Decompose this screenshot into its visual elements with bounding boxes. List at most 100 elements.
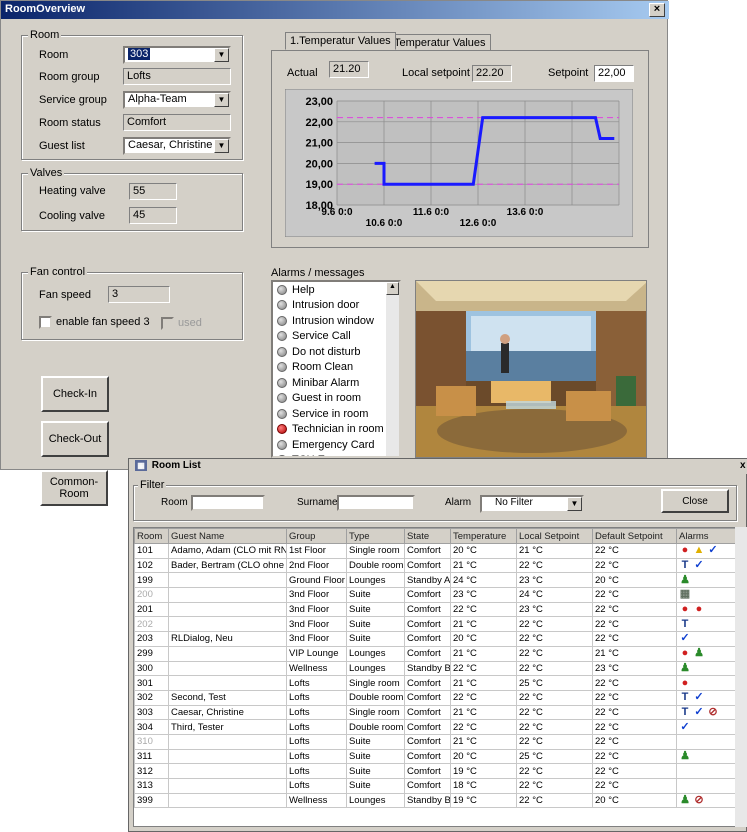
table-cell: 22 °C — [592, 704, 677, 721]
close-list-button[interactable]: Close — [661, 489, 729, 513]
table-row[interactable]: 199 Ground Floor Lounges Standby A 24 °C 23 °… — [134, 572, 736, 589]
filter-room-input[interactable] — [191, 495, 265, 511]
table-row[interactable]: 311 Lofts Suite Comfort 20 °C 25 °C 22 °C ♟ — [134, 748, 736, 765]
close-button[interactable]: × — [649, 3, 665, 17]
table-cell: Wellness — [286, 660, 347, 677]
column-header[interactable]: Default Setpoint — [592, 528, 677, 544]
alarm-item[interactable]: Minibar Alarm — [273, 375, 399, 391]
table-cell: Standby B — [404, 660, 451, 677]
table-row[interactable]: 312 Lofts Suite Comfort 19 °C 22 °C 22 °C — [134, 763, 736, 779]
alarm-item[interactable]: Service Call — [273, 329, 399, 345]
table-cell: Lofts — [286, 778, 347, 794]
column-header[interactable]: Group — [286, 528, 347, 544]
room-table-container: Room Guest Name Group Type State Temperature L… — [133, 527, 737, 827]
chevron-down-icon[interactable]: ▼ — [214, 93, 229, 107]
column-header[interactable]: State — [404, 528, 451, 544]
table-cell: 203 — [134, 631, 169, 647]
temperature-chart: 23,0022,0021,0020,0019,0018,00 9.6 0:0 11… — [285, 89, 633, 237]
do-not-disturb-icon: ⊘ — [694, 794, 704, 807]
setpoint-input[interactable]: 22,00 — [594, 65, 634, 82]
actual-label: Actual — [287, 67, 318, 79]
table-cell — [168, 778, 287, 794]
table-row[interactable]: 304 Third, Tester Lofts Double room Comfort 2… — [134, 719, 736, 735]
checkout-button[interactable]: Check-Out — [41, 421, 109, 457]
column-header[interactable]: Guest Name — [168, 528, 287, 544]
scroll-up-icon[interactable]: ▲ — [386, 282, 399, 295]
alarm-item[interactable]: Help — [273, 282, 399, 298]
table-row[interactable]: 302 Second, Test Lofts Double room Comfort 22… — [134, 689, 736, 706]
alarm-icons-cell: ● — [676, 675, 736, 691]
alarm-item[interactable]: Service in room — [273, 406, 399, 422]
table-cell: Suite — [346, 778, 405, 794]
alarm-item[interactable]: Emergency Card — [273, 437, 399, 453]
chart-ytick-label: 21,00 — [305, 138, 333, 150]
servicegroup-select[interactable]: Alpha-Team ▼ — [123, 91, 231, 109]
table-row[interactable]: 102 Bader, Bertram (CLO ohne R) 2nd Floor D… — [134, 557, 736, 574]
chevron-down-icon[interactable]: ▼ — [567, 497, 582, 511]
table-row[interactable]: 299 VIP Lounge Lounges Comfort 21 °C 22 °C 21 … — [134, 645, 736, 662]
technician-icon: T — [681, 691, 689, 704]
roomlist-close-icon[interactable]: x — [740, 460, 746, 471]
common-room-button[interactable]: Common-Room — [40, 470, 108, 506]
table-cell: Lounges — [346, 645, 405, 662]
table-cell: Suite — [346, 631, 405, 647]
check-icon: ✓ — [694, 705, 704, 718]
table-cell: 2nd Floor — [286, 557, 347, 574]
guestlist-select[interactable]: Caesar, Christine ▼ — [123, 137, 231, 155]
table-row[interactable]: 300 Wellness Lounges Standby B 22 °C 22 °C 23 … — [134, 660, 736, 677]
table-scrollbar[interactable] — [735, 527, 747, 827]
tab-temperature-1[interactable]: 1.Temperatur Values — [285, 32, 396, 50]
roomlist-title: Room List — [151, 460, 201, 472]
alarm-item[interactable]: Do not disturb — [273, 344, 399, 360]
table-cell: 22 °C — [450, 719, 517, 735]
table-row[interactable]: 399 Wellness Lounges Standby B 19 °C 22 °C 20 … — [134, 792, 736, 809]
table-row[interactable]: 200 3nd Floor Suite Comfort 23 °C 24 °C 22 °C ▦ — [134, 587, 736, 603]
filter-alarm-label: Alarm — [445, 497, 472, 508]
table-cell: 3nd Floor — [286, 601, 347, 618]
table-row[interactable]: 202 3nd Floor Suite Comfort 21 °C 22 °C 22 °C T — [134, 616, 736, 633]
table-cell: Lounges — [346, 572, 405, 589]
table-row[interactable]: 203 RLDialog, Neu 3nd Floor Suite Comfort 20 … — [134, 631, 736, 647]
technician-icon: T — [681, 617, 689, 630]
alarm-item[interactable]: Guest in room — [273, 391, 399, 407]
column-header[interactable]: Local Setpoint — [516, 528, 593, 544]
alarm-active-icon — [277, 424, 287, 435]
alarm-item[interactable]: Room Clean — [273, 360, 399, 376]
table-cell: 22 °C — [516, 704, 593, 721]
table-cell: 22 °C — [516, 645, 593, 662]
table-cell: 301 — [134, 675, 169, 691]
chevron-down-icon[interactable]: ▼ — [214, 139, 229, 153]
chart-xtick-label: 9.6 0:0 — [321, 207, 353, 218]
alarm-icons-cell: ● ♟ — [676, 645, 736, 662]
table-row[interactable]: 313 Lofts Suite Comfort 18 °C 22 °C 22 °C — [134, 778, 736, 794]
table-row[interactable]: 201 3nd Floor Suite Comfort 22 °C 23 °C 22 °C ●… — [134, 601, 736, 618]
table-row[interactable]: 301 Lofts Single room Comfort 21 °C 25 °C 22 °… — [134, 675, 736, 691]
filter-alarm-select[interactable]: No Filter ▼ — [480, 495, 584, 513]
table-row[interactable]: 303 Caesar, Christine Lofts Single room Comf… — [134, 704, 736, 721]
alarm-item-label: Minibar Alarm — [292, 376, 360, 389]
filter-surname-input[interactable] — [337, 495, 415, 511]
alarm-item[interactable]: Intrusion door — [273, 298, 399, 314]
roomgroup-label: Room group — [39, 71, 100, 83]
alarms-scrollbar[interactable]: ▲ — [386, 282, 399, 456]
alarm-item[interactable]: Technician in room — [273, 422, 399, 438]
enable-fan-checkbox[interactable] — [39, 316, 52, 329]
column-header[interactable]: Type — [346, 528, 405, 544]
table-cell: Lofts — [286, 719, 347, 735]
setpoint-label: Setpoint — [548, 67, 589, 79]
table-row[interactable]: 101 Adamo, Adam (CLO mit RN) 1st Floor Sing… — [134, 543, 736, 559]
fanspeed-field: 3 — [108, 286, 170, 303]
checkin-button[interactable]: Check-In — [41, 376, 109, 412]
column-header[interactable]: Room — [134, 528, 169, 544]
room-select[interactable]: 303 ▼ — [123, 46, 231, 64]
table-cell: 22 °C — [592, 543, 677, 559]
used-checkbox[interactable] — [161, 317, 174, 330]
alarms-listbox[interactable]: Help Intrusion door Intrusion window Servic… — [271, 280, 401, 458]
alarm-item[interactable]: Intrusion window — [273, 313, 399, 329]
column-header[interactable]: Alarms — [676, 528, 736, 544]
column-header[interactable]: Temperature — [450, 528, 517, 544]
alarm-item-label: Intrusion door — [292, 299, 360, 312]
chevron-down-icon[interactable]: ▼ — [214, 48, 229, 62]
table-row[interactable]: 310 Lofts Suite Comfort 21 °C 22 °C 22 °C — [134, 733, 736, 750]
table-cell: 23 °C — [450, 587, 517, 603]
